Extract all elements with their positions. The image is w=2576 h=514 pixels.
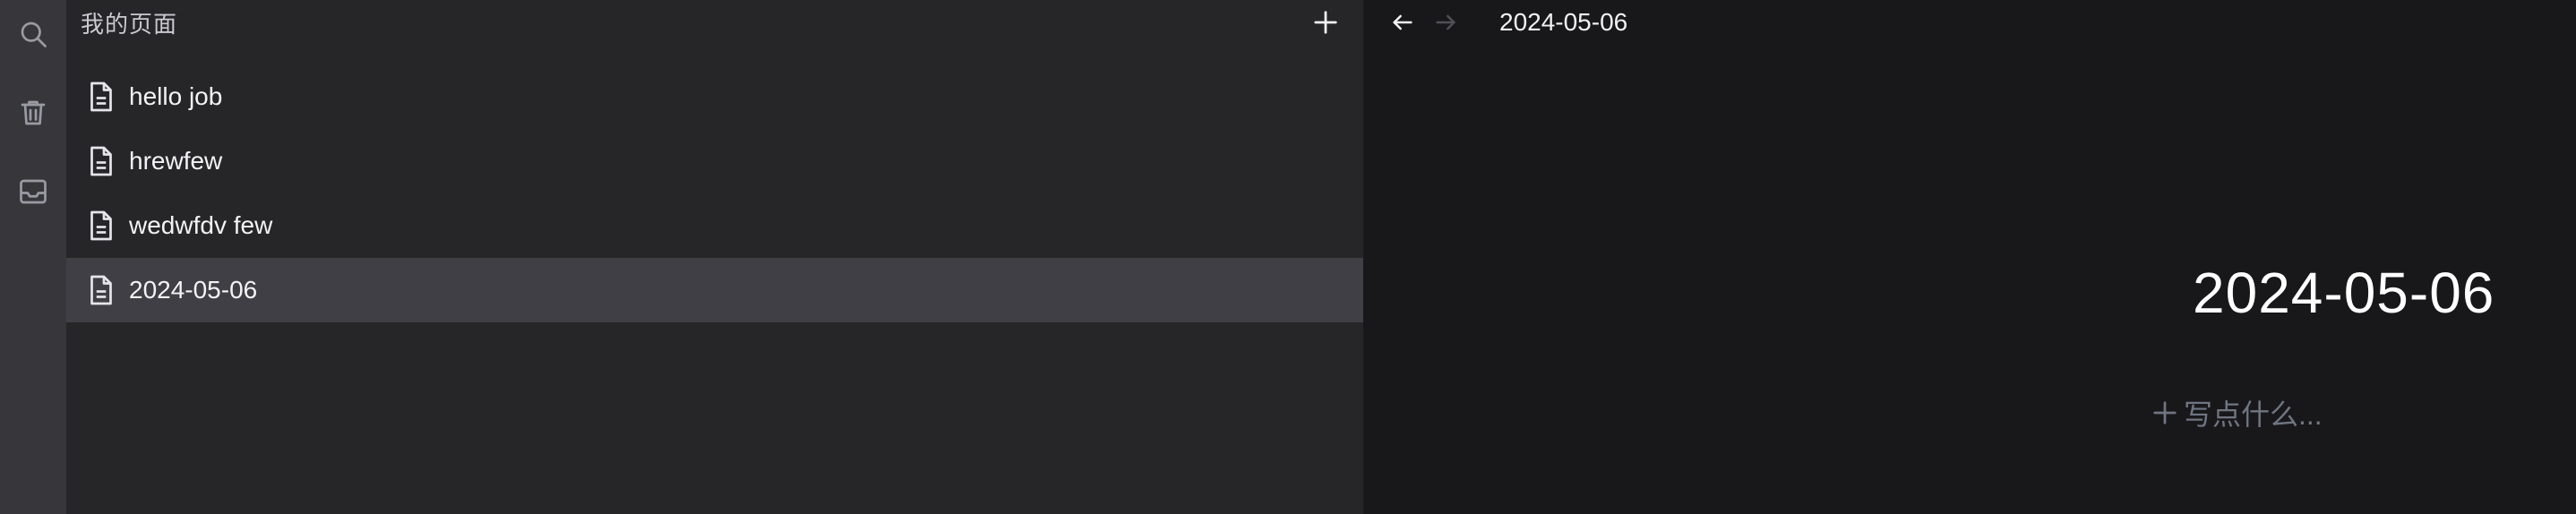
page-item-label: wedwfdv few (129, 211, 273, 239)
editor-area: 2024-05-06 2024-05-06 写点什么... (1363, 0, 2576, 514)
page-item-label: hrewfew (129, 147, 223, 175)
document-icon (86, 80, 116, 114)
document-title[interactable]: 2024-05-06 (2193, 260, 2494, 326)
trash-button[interactable] (8, 88, 58, 138)
app-window: 我的页面 hello job hrewfew wedwfdv few 2024-… (0, 0, 2576, 514)
add-page-button[interactable] (1308, 4, 1344, 40)
document-icon (86, 273, 116, 307)
inbox-icon (20, 179, 47, 204)
search-button[interactable] (8, 9, 58, 59)
back-button[interactable] (1385, 4, 1421, 40)
page-item-hello-job[interactable]: hello job (66, 64, 1363, 129)
page-item-label: 2024-05-06 (129, 276, 258, 304)
document-icon (86, 144, 116, 178)
sidebar-header: 我的页面 (66, 0, 1363, 45)
page-list: hello job hrewfew wedwfdv few 2024-05-06 (66, 64, 1363, 322)
plus-icon (2153, 401, 2177, 424)
inbox-button[interactable] (8, 167, 58, 217)
write-placeholder-text: 写点什么... (2184, 398, 2323, 431)
page-item-hrewfew[interactable]: hrewfew (66, 129, 1363, 193)
search-icon (21, 21, 47, 47)
trash-icon (21, 100, 46, 125)
page-sidebar: 我的页面 hello job hrewfew wedwfdv few 2024-… (66, 0, 1363, 514)
arrow-left-icon (1393, 14, 1413, 30)
forward-button[interactable] (1428, 4, 1464, 40)
icon-rail (0, 0, 66, 514)
arrow-right-icon (1436, 14, 1455, 30)
plus-icon (1314, 11, 1337, 34)
breadcrumb: 2024-05-06 (1499, 8, 1628, 36)
editor-topbar: 2024-05-06 (1363, 0, 2576, 45)
page-item-wedwfdv-few[interactable]: wedwfdv few (66, 193, 1363, 258)
page-item-2024-05-06[interactable]: 2024-05-06 (66, 258, 1363, 322)
page-item-label: hello job (129, 82, 223, 110)
sidebar-title: 我的页面 (81, 10, 178, 38)
document-icon (86, 209, 116, 243)
write-placeholder[interactable]: 写点什么... (2151, 392, 2323, 433)
